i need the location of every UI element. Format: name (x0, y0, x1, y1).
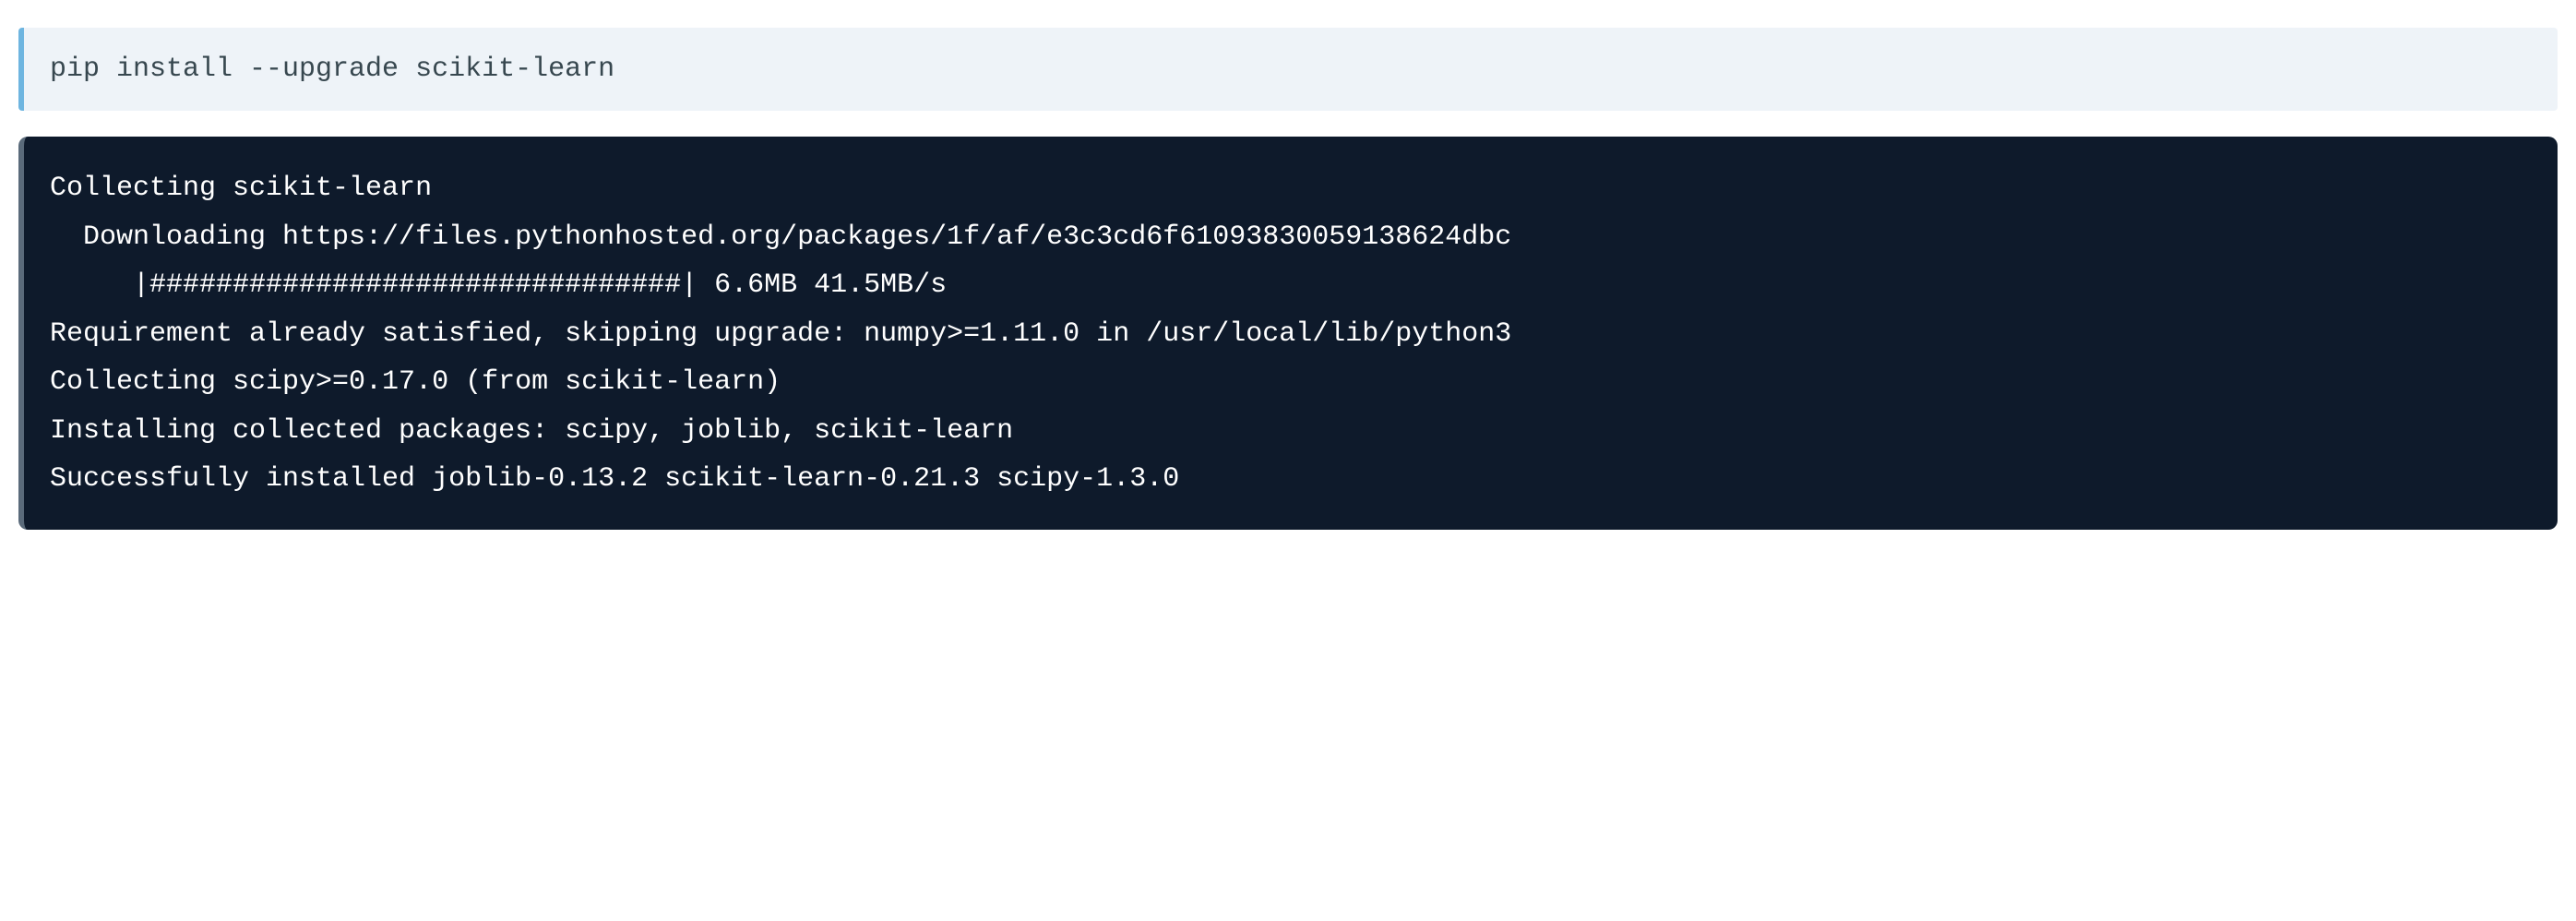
code-input-cell[interactable]: pip install --upgrade scikit-learn (18, 28, 2558, 111)
output-line: Collecting scipy>=0.17.0 (from scikit-le… (50, 358, 2532, 407)
output-line: Successfully installed joblib-0.13.2 sci… (50, 455, 2532, 504)
output-line: Installing collected packages: scipy, jo… (50, 407, 2532, 456)
output-line: Requirement already satisfied, skipping … (50, 310, 2532, 359)
output-line: Downloading https://files.pythonhosted.o… (50, 213, 2532, 262)
command-text: pip install --upgrade scikit-learn (50, 50, 2532, 89)
terminal-output-cell: Collecting scikit-learn Downloading http… (18, 137, 2558, 530)
output-line: Collecting scikit-learn (50, 164, 2532, 213)
output-line: |################################| 6.6MB… (50, 261, 2532, 310)
